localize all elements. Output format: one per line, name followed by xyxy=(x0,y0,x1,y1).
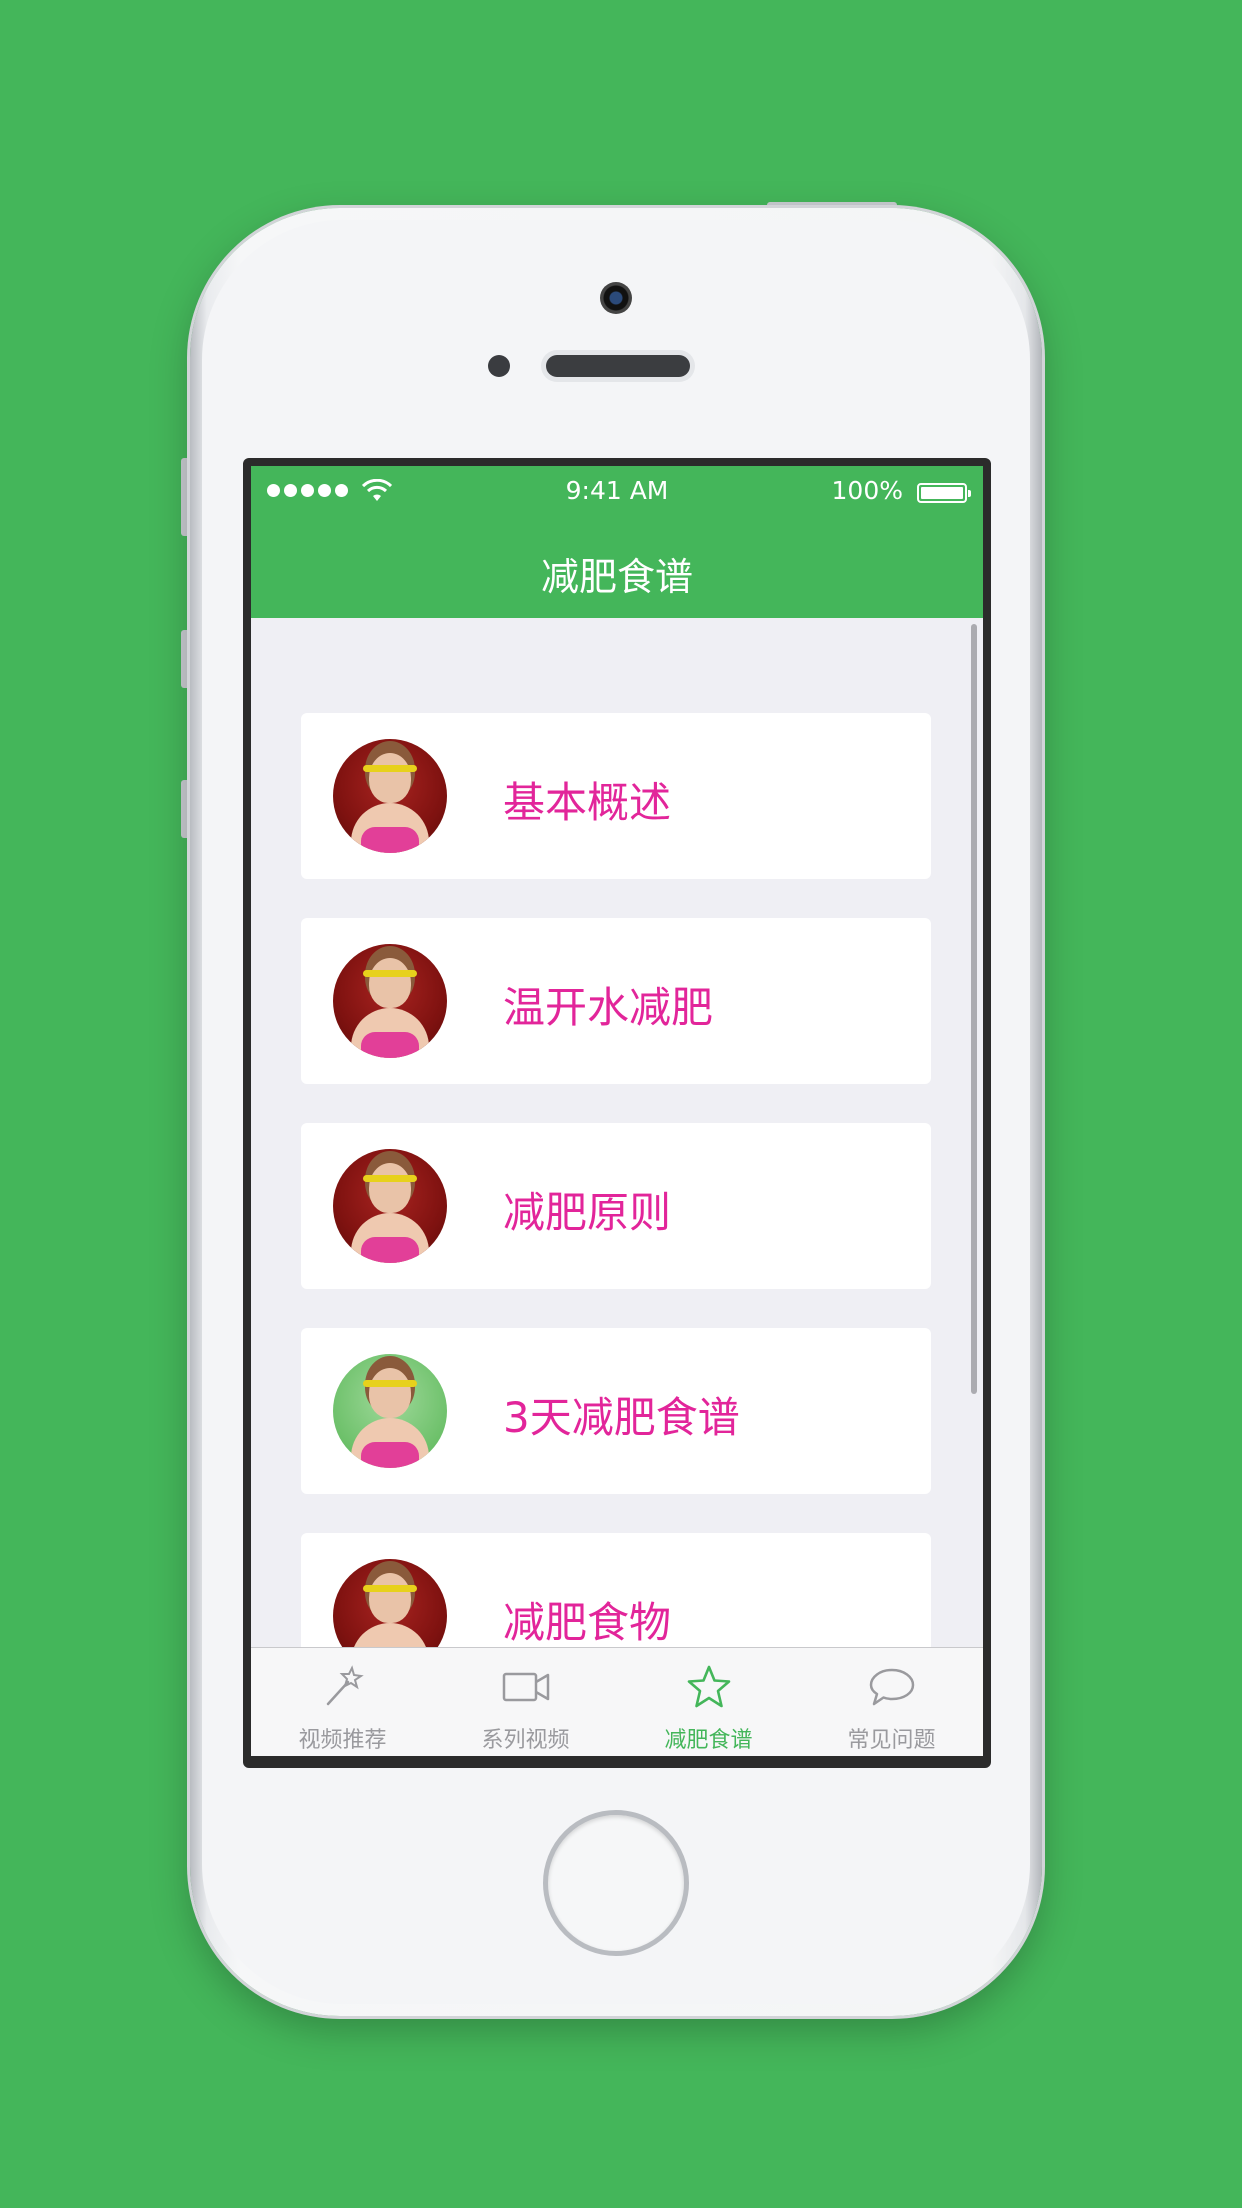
tab-faq[interactable]: 常见问题 xyxy=(800,1648,983,1756)
battery-icon xyxy=(917,483,971,503)
earpiece-speaker xyxy=(546,355,690,377)
list-item-diet-food[interactable]: 减肥食物 xyxy=(301,1533,931,1648)
tab-label: 视频推荐 xyxy=(298,1728,387,1753)
app-display: 9:41 AM 100% 减肥食谱 基本概述 温开水减肥 减肥原则 3天减肥食谱… xyxy=(251,466,983,1756)
battery-percentage: 100% xyxy=(831,476,903,505)
star-icon xyxy=(687,1665,730,1708)
tab-diet-recipe[interactable]: 减肥食谱 xyxy=(617,1648,800,1756)
list-item-label: 减肥原则 xyxy=(503,1188,672,1237)
avatar xyxy=(333,739,447,853)
list-item-warm-water[interactable]: 温开水减肥 xyxy=(301,918,931,1084)
front-camera xyxy=(600,282,632,314)
chat-bubble-icon xyxy=(869,1668,914,1706)
list-item-basic-overview[interactable]: 基本概述 xyxy=(301,713,931,879)
avatar xyxy=(333,944,447,1058)
tab-label: 系列视频 xyxy=(481,1728,570,1753)
navigation-bar: 减肥食谱 xyxy=(251,516,983,618)
avatar xyxy=(333,1149,447,1263)
recipe-list[interactable]: 基本概述 温开水减肥 减肥原则 3天减肥食谱 减肥食物 xyxy=(251,618,983,1648)
status-bar: 9:41 AM 100% xyxy=(251,466,983,516)
tab-video-recommend[interactable]: 视频推荐 xyxy=(251,1648,434,1756)
scrollbar[interactable] xyxy=(971,624,977,1394)
tab-series-video[interactable]: 系列视频 xyxy=(434,1648,617,1756)
list-item-label: 3天减肥食谱 xyxy=(503,1393,740,1442)
avatar xyxy=(333,1559,447,1648)
proximity-sensor xyxy=(488,355,510,377)
tab-label: 减肥食谱 xyxy=(664,1728,753,1753)
magic-wand-icon xyxy=(326,1665,364,1706)
page-title: 减肥食谱 xyxy=(540,555,693,599)
list-item-3-day-recipe[interactable]: 3天减肥食谱 xyxy=(301,1328,931,1494)
tab-label: 常见问题 xyxy=(847,1728,936,1753)
home-button[interactable] xyxy=(543,1810,689,1956)
list-item-label: 基本概述 xyxy=(503,778,672,827)
list-item-label: 减肥食物 xyxy=(503,1598,672,1647)
list-item-label: 温开水减肥 xyxy=(503,983,714,1032)
tab-bar: 视频推荐 系列视频 减肥食谱 常见问题 xyxy=(251,1647,983,1756)
video-camera-icon xyxy=(502,1672,549,1702)
avatar xyxy=(333,1354,447,1468)
list-item-principles[interactable]: 减肥原则 xyxy=(301,1123,931,1289)
phone-screen: 9:41 AM 100% 减肥食谱 基本概述 温开水减肥 减肥原则 3天减肥食谱… xyxy=(243,458,991,1768)
